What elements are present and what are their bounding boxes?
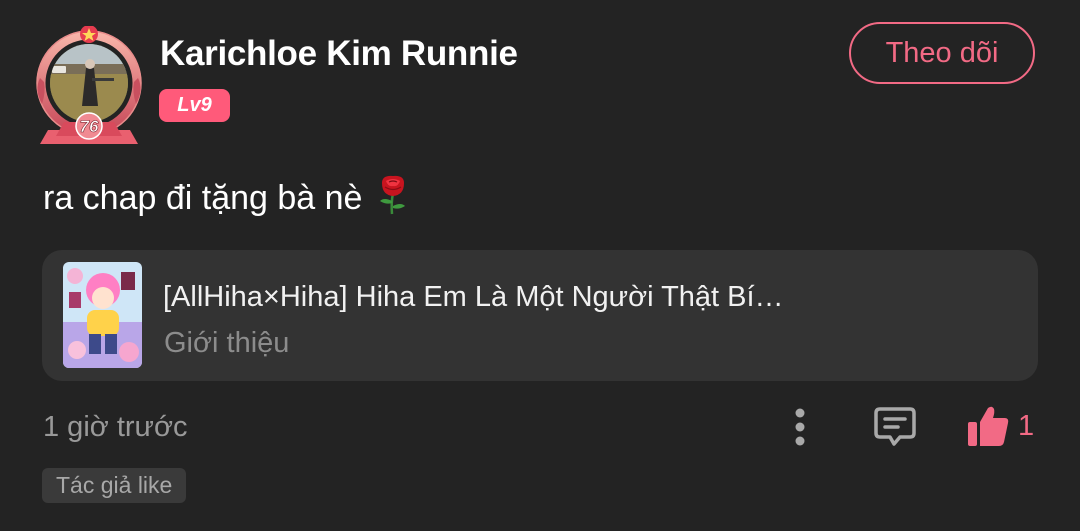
rose-icon — [376, 173, 410, 224]
author-liked-badge: Tác giả like — [42, 468, 187, 503]
story-cover-image — [63, 262, 142, 368]
comment-icon — [874, 407, 916, 446]
like-count: 1 — [1018, 409, 1035, 442]
avatar-frame-number: 76 — [80, 117, 99, 136]
more-vertical-icon — [795, 408, 805, 446]
linked-story-card[interactable]: [AllHiha×Hiha] Hiha Em Là Một Người Thật… — [42, 250, 1038, 381]
comment-text: ra chap đi tặng bà nè — [43, 179, 363, 217]
avatar[interactable]: 76 — [34, 26, 144, 144]
comment-item: 76 Karichloe Kim Runnie Lv9 Theo dõi ra … — [0, 0, 1080, 531]
username[interactable]: Karichloe Kim Runnie — [160, 34, 518, 74]
like-button[interactable]: 1 — [966, 402, 1040, 450]
timestamp: 1 giờ trước — [43, 411, 188, 443]
reply-button[interactable] — [872, 403, 918, 449]
thumbs-up-icon — [968, 406, 1009, 446]
story-subtitle: Giới thiệu — [164, 327, 290, 359]
more-options-button[interactable] — [784, 404, 816, 450]
comment-body: ra chap đi tặng bà nè — [43, 173, 410, 224]
story-title: [AllHiha×Hiha] Hiha Em Là Một Người Thật… — [163, 281, 784, 313]
level-badge: Lv9 — [159, 89, 230, 122]
follow-button[interactable]: Theo dõi — [849, 22, 1035, 84]
